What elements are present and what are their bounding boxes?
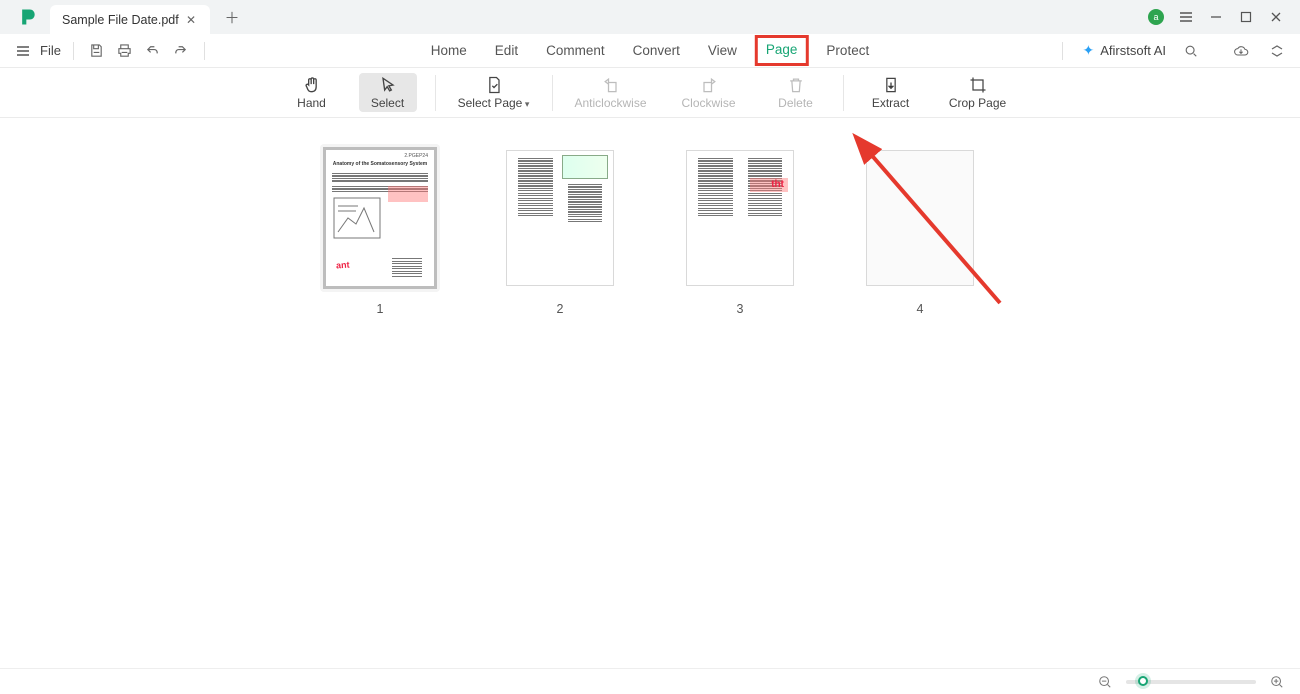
new-tab-button[interactable]: ＋ <box>218 3 246 31</box>
page-preview <box>506 150 614 286</box>
zoom-thumb[interactable] <box>1138 676 1148 686</box>
tool-label: Crop Page <box>949 96 1006 110</box>
page-number: 3 <box>737 302 744 316</box>
window-controls: a <box>1148 9 1294 25</box>
tool-label: Hand <box>297 96 326 110</box>
tool-label: Clockwise <box>681 96 735 110</box>
page-check-icon <box>484 75 504 95</box>
menu-bar: File Home Edit Comment Convert View Page Prote… <box>0 34 1300 68</box>
rotate-right-icon <box>699 75 719 95</box>
menu-comment[interactable]: Comment <box>544 39 607 62</box>
save-icon[interactable] <box>86 40 108 62</box>
minimize-icon[interactable] <box>1208 9 1224 25</box>
file-menu-group: File <box>12 40 211 62</box>
page-preview: tht <box>686 150 794 286</box>
divider <box>1062 42 1063 60</box>
cloud-icon[interactable] <box>1230 40 1252 62</box>
tool-label: Extract <box>872 96 909 110</box>
page-number: 2 <box>557 302 564 316</box>
extract-icon <box>881 75 901 95</box>
select-button[interactable]: Select <box>359 73 417 112</box>
tool-label: Anticlockwise <box>574 96 646 110</box>
hamburger-icon[interactable] <box>12 40 34 62</box>
sparkle-icon: ✦ <box>1083 42 1095 59</box>
undo-icon[interactable] <box>142 40 164 62</box>
menu-page[interactable]: Page <box>755 35 809 66</box>
menu-home[interactable]: Home <box>429 39 469 62</box>
ai-assistant-button[interactable]: ✦ Afirstsoft AI <box>1083 42 1166 59</box>
trash-icon <box>786 75 806 95</box>
page-preview <box>866 150 974 286</box>
print-icon[interactable] <box>114 40 136 62</box>
hand-icon <box>302 75 322 95</box>
cursor-icon <box>378 75 398 95</box>
crop-icon <box>968 75 988 95</box>
tab-title: Sample File Date.pdf <box>62 13 179 27</box>
crop-page-button[interactable]: Crop Page <box>938 73 1018 112</box>
page-preview: 2.PGEP24Anatomy of the Somatosensory Sys… <box>326 150 434 286</box>
divider <box>73 42 74 60</box>
panel-collapse-icon[interactable] <box>1266 40 1288 62</box>
tool-label: Delete <box>778 96 813 110</box>
select-page-button[interactable]: Select Page <box>454 73 534 112</box>
divider <box>204 42 205 60</box>
tool-label: Select Page <box>458 96 530 110</box>
page-thumb-3[interactable]: tht 3 <box>675 144 805 668</box>
page-thumb-1[interactable]: 2.PGEP24Anatomy of the Somatosensory Sys… <box>315 144 445 668</box>
extract-button[interactable]: Extract <box>862 73 920 112</box>
redo-icon[interactable] <box>170 40 192 62</box>
status-bar <box>0 668 1300 694</box>
menu-icon[interactable] <box>1178 9 1194 25</box>
menu-view[interactable]: View <box>706 39 739 62</box>
tab-current-file[interactable]: Sample File Date.pdf ✕ <box>50 5 210 34</box>
main-menu: HomeEditCommentConvertViewPageProtect <box>429 39 871 62</box>
close-tab-icon[interactable]: ✕ <box>184 13 198 27</box>
zoom-in-icon[interactable] <box>1266 671 1288 693</box>
maximize-icon[interactable] <box>1238 9 1254 25</box>
hand-button[interactable]: Hand <box>283 73 341 112</box>
delete-button[interactable]: Delete <box>767 73 825 112</box>
ai-label: Afirstsoft AI <box>1100 43 1166 58</box>
anticlockwise-button[interactable]: Anticlockwise <box>571 73 651 112</box>
zoom-slider[interactable] <box>1126 680 1256 684</box>
rotate-left-icon <box>601 75 621 95</box>
menu-edit[interactable]: Edit <box>493 39 520 62</box>
menu-convert[interactable]: Convert <box>631 39 682 62</box>
page-grid-view: 2.PGEP24Anatomy of the Somatosensory Sys… <box>0 118 1300 668</box>
menu-protect[interactable]: Protect <box>824 39 871 62</box>
avatar[interactable]: a <box>1148 9 1164 25</box>
divider <box>843 75 844 111</box>
search-icon[interactable] <box>1180 40 1202 62</box>
zoom-out-icon[interactable] <box>1094 671 1116 693</box>
page-number: 4 <box>917 302 924 316</box>
page-thumb-4[interactable]: 4 <box>855 144 985 668</box>
divider <box>435 75 436 111</box>
app-logo <box>6 7 50 27</box>
clockwise-button[interactable]: Clockwise <box>669 73 749 112</box>
page-number: 1 <box>377 302 384 316</box>
tool-label: Select <box>371 96 404 110</box>
file-menu-label[interactable]: File <box>40 43 61 58</box>
menubar-right: ✦ Afirstsoft AI <box>1056 40 1288 62</box>
page-thumb-2[interactable]: 2 <box>495 144 625 668</box>
title-bar: Sample File Date.pdf ✕ ＋ a <box>0 0 1300 34</box>
close-window-icon[interactable] <box>1268 9 1284 25</box>
divider <box>552 75 553 111</box>
page-ribbon: Hand Select Select Page Anticlockwise Clockw… <box>0 68 1300 118</box>
